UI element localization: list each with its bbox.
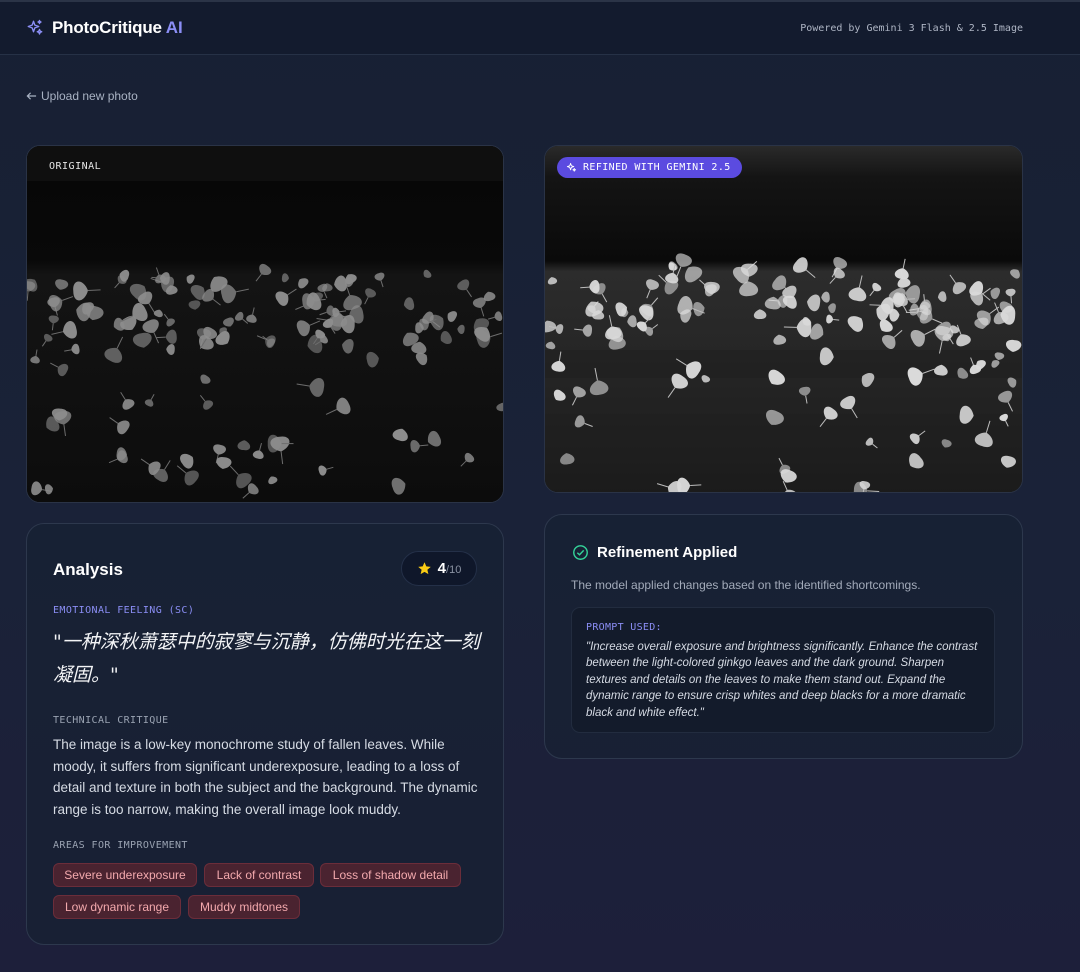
ginkgo-stem	[833, 319, 840, 321]
analysis-card: Analysis 4/10 EMOTIONAL FEELING (SC) "一种…	[26, 523, 504, 945]
improvement-chip: Low dynamic range	[53, 895, 181, 919]
top-bar: PhotoCritique AI Powered by Gemini 3 Flas…	[0, 0, 1080, 55]
score-max: /10	[446, 563, 462, 576]
ginkgo-stem	[690, 484, 702, 486]
prompt-text: "Increase overall exposure and brightnes…	[586, 641, 978, 719]
powered-by-text: Powered by Gemini 3 Flash & 2.5 Image	[800, 22, 1023, 34]
areas-label: AREAS FOR IMPROVEMENT	[53, 840, 188, 851]
ginkgo-stem	[905, 298, 916, 300]
ginkgo-stem	[580, 286, 590, 289]
emotion-label: EMOTIONAL FEELING (SC)	[53, 605, 195, 616]
prompt-label: PROMPT USED:	[586, 622, 662, 633]
brand[interactable]: PhotoCritique AI	[26, 18, 183, 38]
upload-new-photo-link[interactable]: Upload new photo	[26, 89, 138, 103]
analysis-title: Analysis	[53, 560, 123, 579]
ginkgo-stem	[1010, 296, 1013, 304]
emotion-quote: "一种深秋萧瑟中的寂寥与沉静，仿佛时光在这一刻凝固。"	[53, 631, 480, 686]
brand-name: PhotoCritique	[52, 18, 162, 37]
technical-critique-text: The image is a low-key monochrome study …	[53, 737, 478, 817]
ginkgo-stem	[151, 276, 160, 279]
refined-photo	[544, 145, 1023, 493]
star-icon	[417, 562, 431, 575]
refinement-title: Refinement Applied	[597, 544, 738, 561]
improvement-chip: Muddy midtones	[188, 895, 300, 919]
prompt-box: PROMPT USED: "Increase overall exposure …	[571, 607, 995, 733]
sparkles-icon	[27, 19, 43, 35]
brand-accent: AI	[165, 18, 183, 37]
ginkgo-stem	[87, 289, 101, 291]
refinement-description: The model applied changes based on the i…	[571, 578, 921, 592]
ginkgo-stem	[420, 444, 429, 447]
original-photo	[26, 145, 504, 503]
refinement-card: Refinement Applied The model applied cha…	[544, 514, 1023, 759]
improvement-chip: Loss of shadow detail	[320, 863, 461, 887]
refined-badge: REFINED WITH GEMINI 2.5	[557, 157, 742, 178]
improvement-chip: Lack of contrast	[204, 863, 314, 887]
score-badge: 4/10	[401, 551, 477, 586]
check-circle-icon	[573, 545, 588, 560]
score-value: 4	[437, 559, 447, 577]
sparkles-icon	[566, 162, 577, 172]
original-label: ORIGINAL	[49, 161, 102, 172]
back-link-label: Upload new photo	[41, 89, 138, 103]
improvement-chip: Severe underexposure	[53, 863, 197, 887]
refined-label: REFINED WITH GEMINI 2.5	[583, 162, 731, 173]
ginkgo-stem	[867, 490, 880, 492]
arrow-left-icon	[26, 92, 37, 100]
technical-critique-label: TECHNICAL CRITIQUE	[53, 715, 169, 726]
